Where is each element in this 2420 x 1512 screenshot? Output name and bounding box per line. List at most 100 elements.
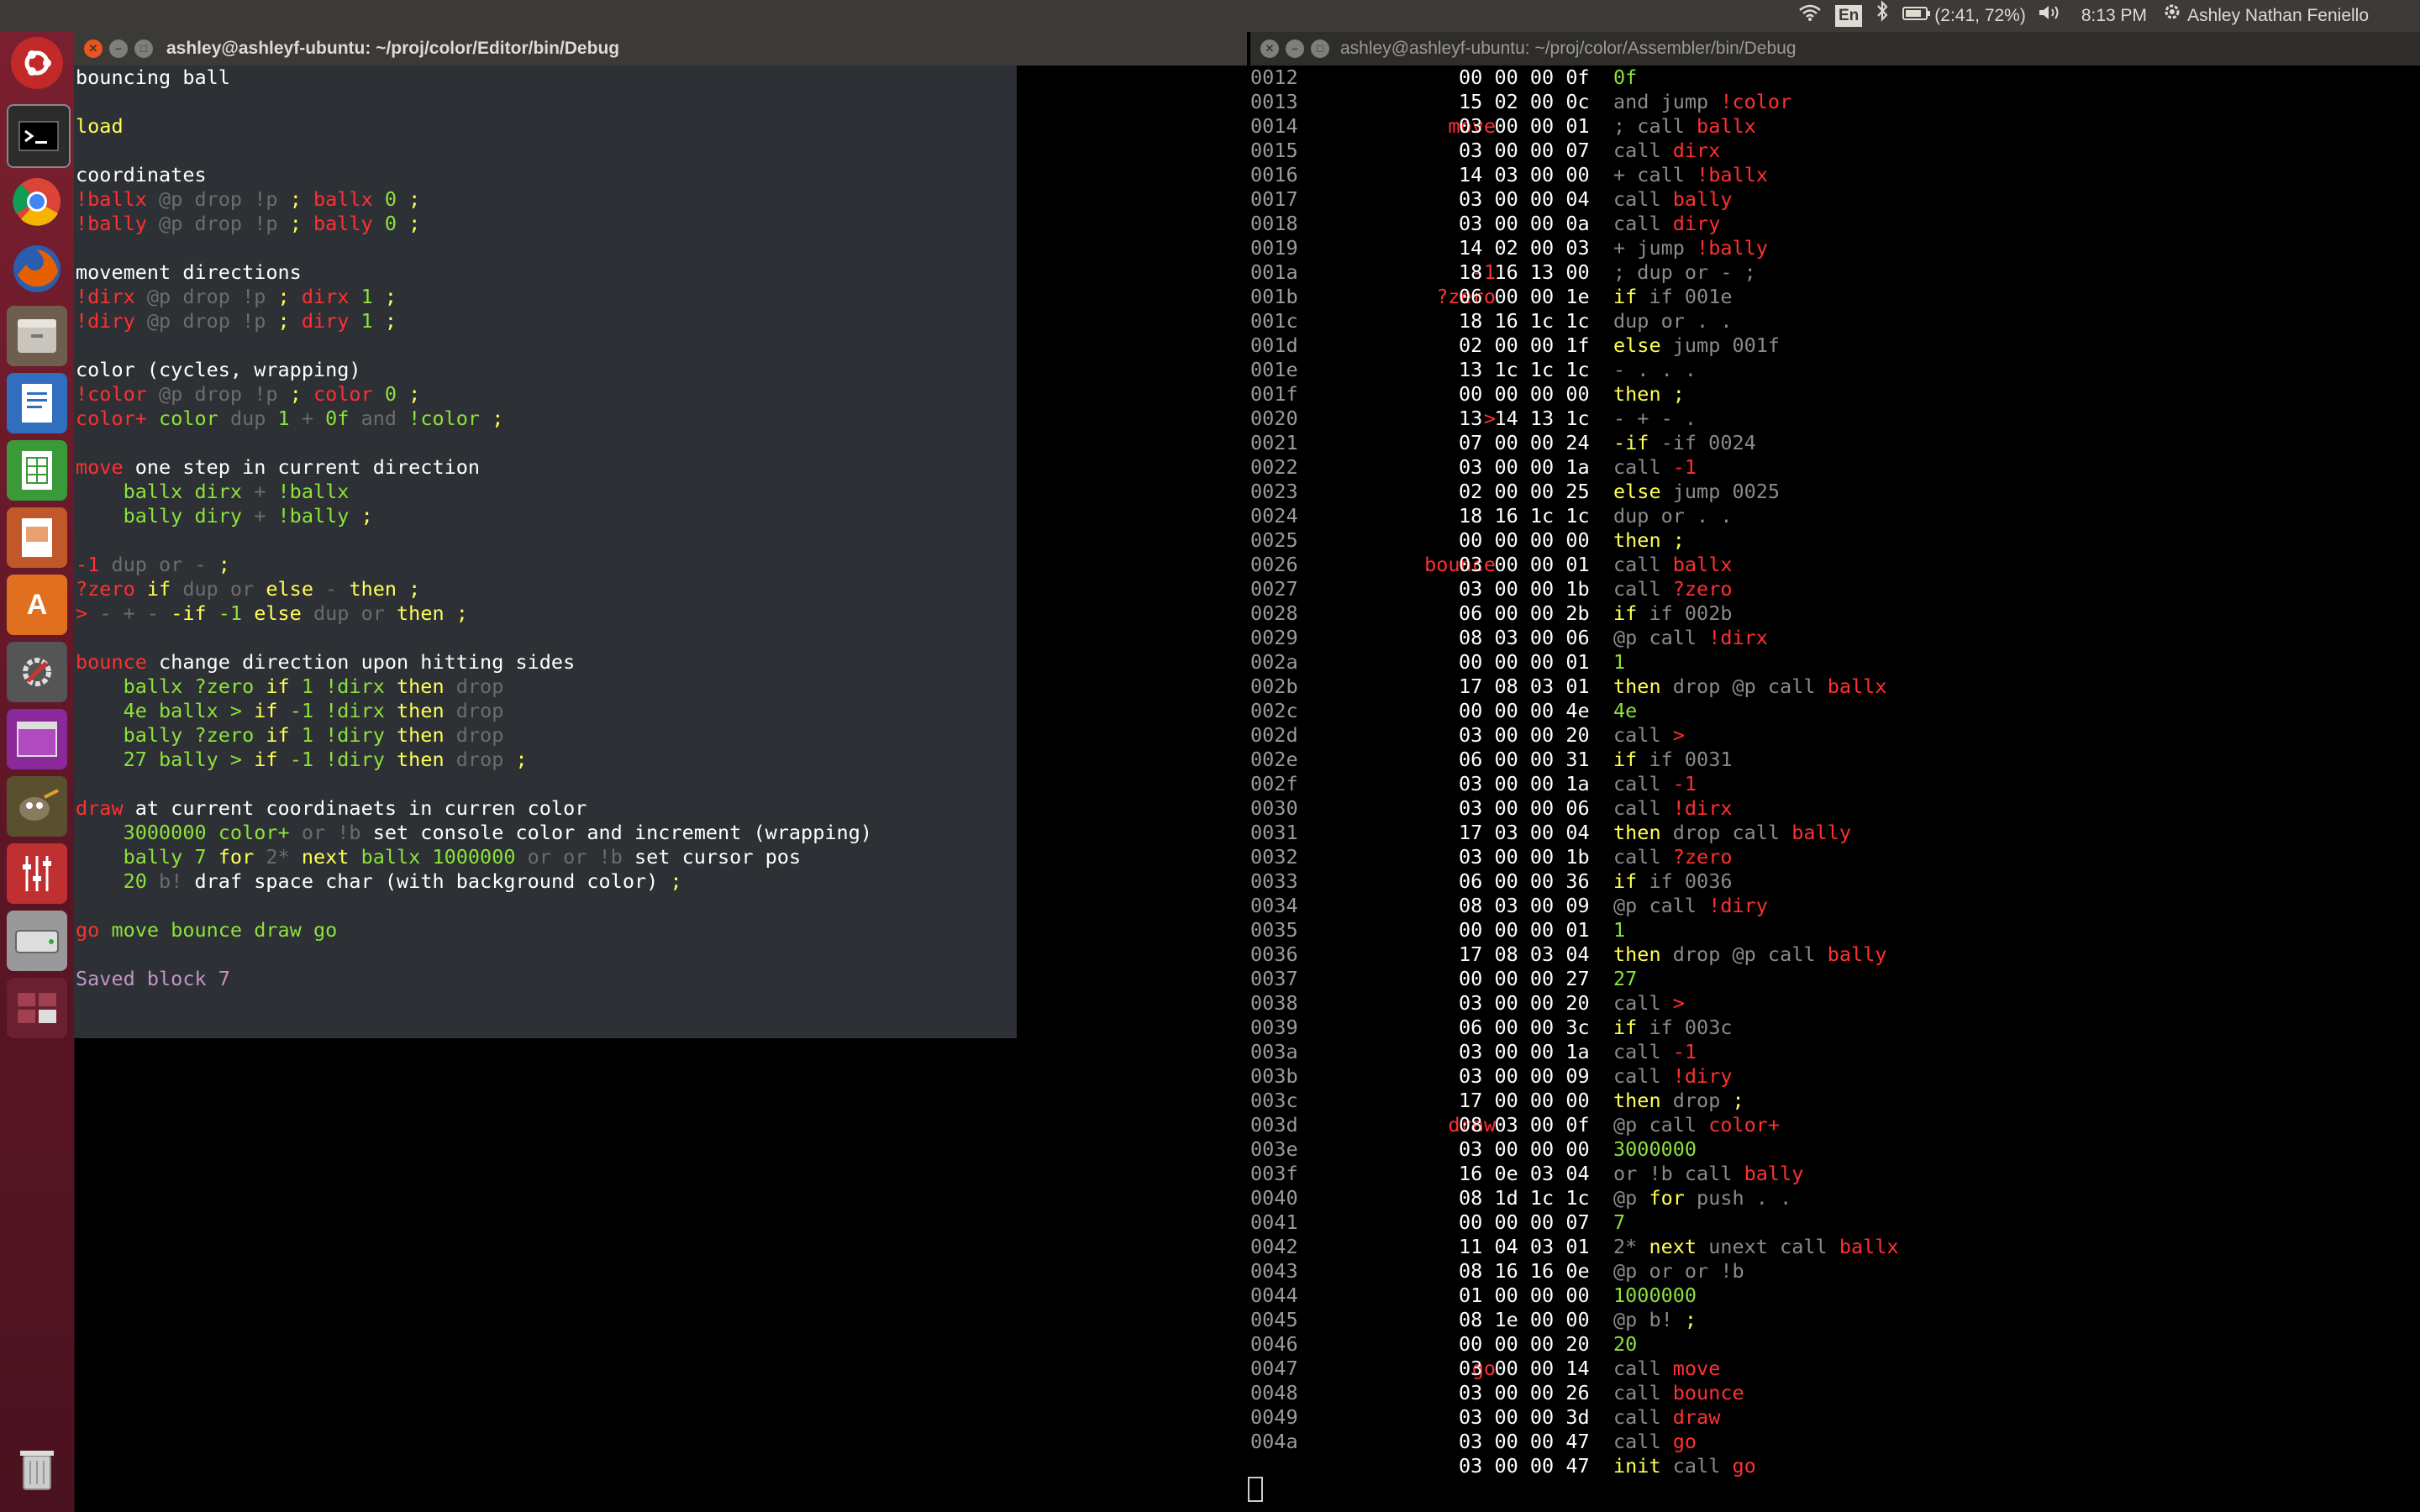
editor-text-area[interactable]: bouncing ball load coordinates !ballx @p dr… xyxy=(74,66,1017,1038)
asm-row: 001e 13 1c 1c 1c - . . . xyxy=(1250,358,2420,382)
editor-line[interactable]: bally diry + !bally ; xyxy=(76,504,373,528)
files-icon[interactable] xyxy=(7,306,67,366)
asm-row: 0023 02 00 00 25 else jump 0025 xyxy=(1250,480,2420,504)
software-center-icon[interactable]: A xyxy=(7,575,67,635)
asm-row: 003f 16 0e 03 04 or !b call bally xyxy=(1250,1162,2420,1186)
editor-line[interactable]: ballx dirx + !ballx xyxy=(76,480,350,504)
close-button[interactable]: ✕ xyxy=(84,39,103,58)
app-window-icon[interactable] xyxy=(7,709,67,769)
editor-line[interactable]: bally 7 for 2* next ballx 1000000 or or … xyxy=(76,845,802,869)
editor-line[interactable]: 20 b! draf space char (with background c… xyxy=(76,869,682,894)
editor-window-titlebar[interactable]: ✕ – □ ashley@ashleyf-ubuntu: ~/proj/colo… xyxy=(74,32,1247,66)
editor-line[interactable]: coordinates xyxy=(76,163,207,187)
asm-bytes: 18 16 1c 1c xyxy=(1459,309,1590,333)
wifi-icon[interactable] xyxy=(1798,0,1822,32)
trash-icon[interactable] xyxy=(7,1440,67,1500)
asm-bytes: 14 03 00 00 xyxy=(1459,163,1590,186)
workspace-switcher-icon[interactable] xyxy=(7,978,67,1038)
volume-icon[interactable] xyxy=(2038,0,2063,32)
code-token: !dirx xyxy=(76,285,147,308)
user-name[interactable]: Ashley Nathan Feniello xyxy=(2187,0,2369,32)
minimize-button[interactable]: – xyxy=(109,39,128,58)
code-token: + jump xyxy=(1613,236,1697,260)
bluetooth-icon[interactable] xyxy=(1876,0,1889,32)
writer-icon[interactable] xyxy=(7,373,67,433)
editor-line[interactable]: load xyxy=(76,114,124,139)
editor-line[interactable]: 3000000 color+ or !b set console color a… xyxy=(76,821,872,845)
code-token: 2* xyxy=(266,845,302,869)
editor-line[interactable]: !bally @p drop !p ; bally 0 ; xyxy=(76,212,420,236)
editor-line[interactable]: !diry @p drop !p ; diry 1 ; xyxy=(76,309,397,333)
asm-row: 0036 17 08 03 04 then drop @p call bally xyxy=(1250,942,2420,967)
asm-row: 002e 06 00 00 31 if if 0031 xyxy=(1250,748,2420,772)
code-token: 3000000 xyxy=(1613,1137,1697,1161)
gimp-icon[interactable] xyxy=(7,776,67,837)
code-token: if 002b xyxy=(1649,601,1733,625)
editor-line[interactable]: bouncing ball xyxy=(76,66,230,90)
code-token: call xyxy=(1613,455,1673,479)
code-token: call xyxy=(1613,139,1673,162)
code-token: bounce xyxy=(1672,1381,1744,1404)
minimize-button[interactable]: – xyxy=(1286,39,1304,58)
editor-line[interactable]: 27 bally > if -1 !diry then drop ; xyxy=(76,748,528,772)
code-token: ; xyxy=(492,407,504,430)
editor-line[interactable]: bounce change direction upon hitting sid… xyxy=(76,650,575,675)
code-token: move xyxy=(76,455,135,479)
editor-line[interactable]: !dirx @p drop !p ; dirx 1 ; xyxy=(76,285,397,309)
code-token: -1 xyxy=(76,553,112,576)
code-token: 0 xyxy=(384,382,409,406)
clock[interactable]: 8:13 PM xyxy=(2081,0,2147,32)
drive-icon[interactable] xyxy=(7,911,67,971)
editor-line[interactable]: ballx ?zero if 1 !dirx then drop xyxy=(76,675,504,699)
asm-address: 0042 xyxy=(1250,1235,1298,1258)
asm-row: 0040 08 1d 1c 1c @p for push . . xyxy=(1250,1186,2420,1210)
editor-line[interactable]: Saved block 7 xyxy=(76,967,230,991)
code-token: drop xyxy=(455,748,516,771)
impress-icon[interactable] xyxy=(7,507,67,568)
close-button[interactable]: ✕ xyxy=(1260,39,1279,58)
ubuntu-dash-icon[interactable] xyxy=(11,37,63,89)
gear-icon[interactable] xyxy=(2162,0,2182,32)
asm-source: @p call color+ xyxy=(1613,1113,1780,1137)
editor-line[interactable]: color (cycles, wrapping) xyxy=(76,358,361,382)
editor-line[interactable]: draw at current coordinaets in curren co… xyxy=(76,796,587,821)
code-token: 27 xyxy=(1613,967,1638,990)
assembler-window-titlebar[interactable]: ✕ – □ ashley@ashleyf-ubuntu: ~/proj/colo… xyxy=(1250,32,2420,66)
editor-line[interactable]: 4e ballx > if -1 !dirx then drop xyxy=(76,699,504,723)
editor-line[interactable]: -1 dup or - ; xyxy=(76,553,230,577)
firefox-icon[interactable] xyxy=(7,239,67,299)
editor-line[interactable]: !color @p drop !p ; color 0 ; xyxy=(76,382,420,407)
editor-line[interactable]: !ballx @p drop !p ; ballx 0 ; xyxy=(76,187,420,212)
maximize-button[interactable]: □ xyxy=(134,39,153,58)
code-token: ; xyxy=(1684,1308,1697,1331)
editor-line[interactable]: go move bounce draw go xyxy=(76,918,337,942)
asm-row: 0035 00 00 00 01 1 xyxy=(1250,918,2420,942)
keyboard-layout-indicator[interactable]: En xyxy=(1835,5,1863,27)
editor-line[interactable]: color+ color dup 1 + 0f and !color ; xyxy=(76,407,503,431)
system-settings-icon[interactable] xyxy=(7,642,67,702)
asm-bytes: 06 00 00 3c xyxy=(1459,1016,1590,1039)
asm-source: 4e xyxy=(1613,699,1637,723)
asm-source: @p call !dirx xyxy=(1613,626,1768,650)
editor-line[interactable]: ?zero if dup or else - then ; xyxy=(76,577,420,601)
chrome-icon[interactable] xyxy=(7,171,67,232)
asm-source: call bally xyxy=(1613,187,1733,212)
terminal-icon[interactable] xyxy=(7,104,71,168)
editor-line[interactable]: move one step in current direction xyxy=(76,455,480,480)
asm-bytes: 00 00 00 07 xyxy=(1459,1210,1590,1234)
code-token: 0f xyxy=(325,407,361,430)
editor-line[interactable]: > - + - -if -1 else dup or then ; xyxy=(76,601,468,626)
editor-line[interactable]: movement directions xyxy=(76,260,302,285)
mixer-icon[interactable] xyxy=(7,843,67,904)
assembler-output[interactable]: 0012 00 00 00 0f 0f 0013 15 02 00 0c and jump… xyxy=(1250,66,2420,1512)
calc-icon[interactable] xyxy=(7,440,67,501)
asm-address: 0034 xyxy=(1250,894,1298,917)
editor-line[interactable]: bally ?zero if 1 !diry then drop xyxy=(76,723,504,748)
asm-address: 003b xyxy=(1250,1064,1298,1088)
code-token: dup xyxy=(229,407,278,430)
asm-row: 0024 18 16 1c 1c dup or . . xyxy=(1250,504,2420,528)
code-token: else xyxy=(1613,480,1673,503)
maximize-button[interactable]: □ xyxy=(1311,39,1329,58)
code-token: + call xyxy=(1613,163,1697,186)
battery-icon[interactable] xyxy=(1902,0,1931,32)
